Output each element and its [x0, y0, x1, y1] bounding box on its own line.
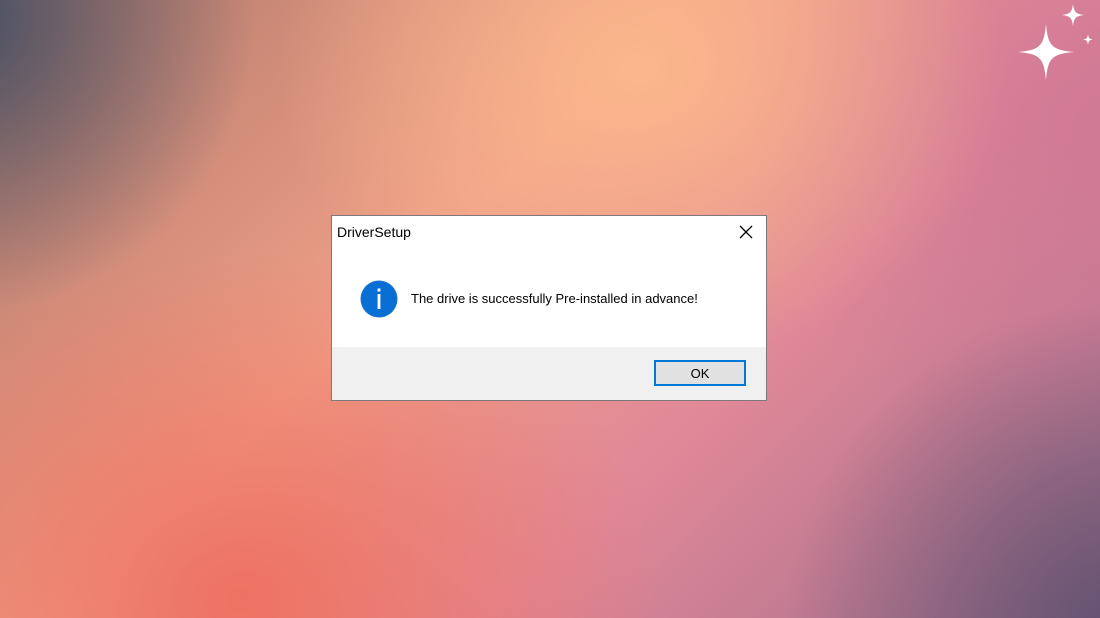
- close-icon: [739, 225, 753, 239]
- dialog-message: The drive is successfully Pre-installed …: [411, 291, 698, 306]
- close-button[interactable]: [726, 216, 766, 248]
- dialog-content: The drive is successfully Pre-installed …: [332, 248, 766, 348]
- dialog-title: DriverSetup: [337, 224, 411, 240]
- dialog-footer: OK: [332, 347, 766, 400]
- ok-button[interactable]: OK: [654, 360, 746, 386]
- info-icon: [360, 280, 398, 318]
- ok-button-label: OK: [690, 365, 710, 381]
- dialog-titlebar[interactable]: DriverSetup: [332, 216, 766, 248]
- message-dialog: DriverSetup The drive is successfully Pr…: [331, 215, 767, 401]
- sparkle-icon: [1018, 4, 1093, 80]
- desktop-background: DriverSetup The drive is successfully Pr…: [0, 0, 1100, 618]
